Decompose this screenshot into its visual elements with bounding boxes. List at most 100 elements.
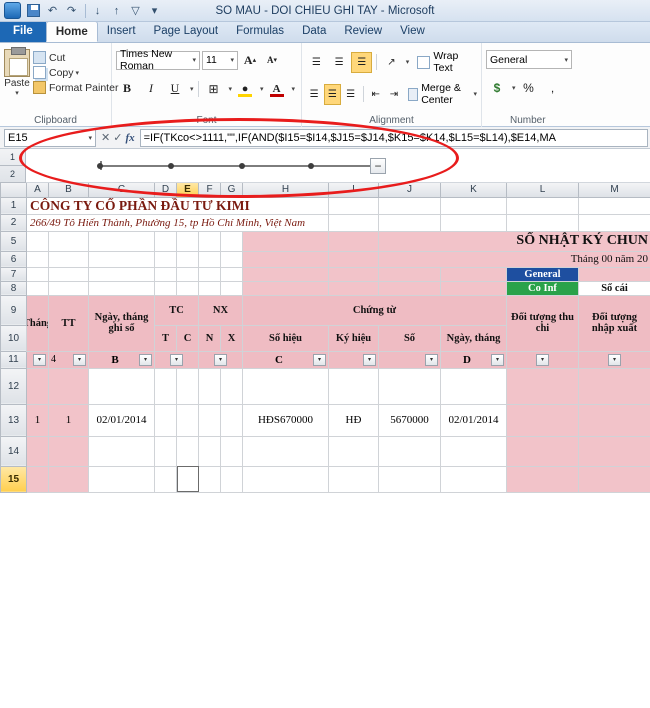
cell-f7[interactable] [199,267,221,281]
cell-b14[interactable] [49,436,89,466]
row-header-8[interactable]: 8 [1,281,27,295]
cell-a14[interactable] [27,436,49,466]
header-doi-tuong-nhap-xuat[interactable]: Đối tượng nhập xuất [579,295,650,351]
row-header-14[interactable]: 14 [1,436,27,466]
cell-i7[interactable] [329,267,379,281]
cell-data-nx-x[interactable] [221,404,243,436]
increase-indent-icon[interactable]: ⇥ [386,84,402,105]
row-header-10[interactable]: 10 [1,325,27,351]
insert-function-icon[interactable]: fx [125,132,134,144]
slider-dot-4[interactable] [308,163,314,169]
row-header-6[interactable]: 6 [1,251,27,267]
row-header-12[interactable]: 12 [1,368,27,404]
align-middle-icon[interactable]: ☰ [329,52,350,73]
column-header-c[interactable]: C [89,183,155,197]
cell-e7[interactable] [177,267,199,281]
copy-caret-icon[interactable]: ▾ [76,69,80,77]
cell-b15[interactable] [49,466,89,492]
wrap-text-button[interactable]: Wrap Text [417,50,477,74]
filter-icon[interactable]: ▽ [127,2,144,19]
cell-b12[interactable] [49,368,89,404]
currency-button[interactable]: $ [486,77,508,98]
decrease-indent-icon[interactable]: ⇤ [368,84,384,105]
cell-c15[interactable] [89,466,155,492]
cell-data-thu-chi[interactable] [507,404,579,436]
tab-file[interactable]: File [0,21,46,42]
cell-l2[interactable] [507,214,579,231]
filter-cell-thang[interactable]: ▾ [27,351,49,368]
copy-button[interactable]: Copy ▾ [30,65,121,80]
underline-caret-icon[interactable]: ▾ [190,85,194,93]
cell-h15[interactable] [243,466,329,492]
undo-icon[interactable]: ↶ [44,2,61,19]
underline-button[interactable]: U [164,78,186,99]
column-header-b[interactable]: B [49,183,89,197]
banner-general[interactable]: General [507,267,579,281]
cell-h12[interactable] [243,368,329,404]
cell-c14[interactable] [89,436,155,466]
column-header-d[interactable]: D [155,183,177,197]
merge-center-caret-icon[interactable]: ▾ [473,90,477,98]
merge-center-button[interactable]: Merge & Center ▾ [408,82,477,106]
align-bottom-icon[interactable]: ☰ [351,52,372,73]
sort-za-icon[interactable]: ↑ [108,2,125,19]
header-ky-hieu[interactable]: Ký hiệu [329,325,379,351]
filter-cell-ngay-thang[interactable]: D ▾ [441,351,507,368]
filter-cell-so-hieu[interactable]: C ▾ [243,351,329,368]
orientation-icon[interactable]: ↗ [381,52,402,73]
name-box-caret-icon[interactable]: ▾ [88,134,92,142]
filter-dropdown-icon-d[interactable]: ▾ [170,354,183,366]
cell-j8[interactable] [379,281,441,295]
outline-row-2[interactable]: 2 [0,166,25,183]
row-header-13[interactable]: 13 [1,404,27,436]
cell-f14[interactable] [199,436,221,466]
row-header-7[interactable]: 7 [1,267,27,281]
format-painter-button[interactable]: Format Painter [30,80,121,95]
cell-l14[interactable] [507,436,579,466]
cell-data-so[interactable]: 5670000 [379,404,441,436]
redo-icon[interactable]: ↷ [63,2,80,19]
cell-j12[interactable] [379,368,441,404]
cell-d15[interactable] [155,466,177,492]
cell-d6[interactable] [155,251,177,267]
filter-dropdown-icon-k[interactable]: ▾ [608,354,621,366]
filter-cell-tc[interactable]: ▾ [155,351,199,368]
row-header-11[interactable]: 11 [1,351,27,368]
collapse-outline-button[interactable]: − [370,158,386,174]
chevron-down-icon[interactable]: ▾ [146,2,163,19]
cell-a15[interactable] [27,466,49,492]
cell-e5[interactable] [177,231,199,251]
column-header-h[interactable]: H [243,183,329,197]
cell-data-tt[interactable]: 1 [49,404,89,436]
header-tc-t[interactable]: T [155,325,177,351]
fill-color-caret-icon[interactable]: ▾ [260,85,264,93]
cell-h7[interactable] [243,267,329,281]
number-format-caret-icon[interactable]: ▾ [564,56,568,64]
font-color-caret-icon[interactable]: ▾ [292,85,296,93]
sort-az-icon[interactable]: ↓ [89,2,106,19]
row-header-9[interactable]: 9 [1,295,27,325]
cell-b5[interactable] [49,231,89,251]
cell-h8[interactable] [243,281,329,295]
header-ngay-thang[interactable]: Ngày, tháng [441,325,507,351]
fill-color-button[interactable]: ● [234,78,256,99]
cell-a6[interactable] [27,251,49,267]
align-left-icon[interactable]: ☰ [306,84,322,105]
align-center-icon[interactable]: ☰ [324,84,340,105]
shrink-font-button[interactable]: A▾ [262,50,282,70]
orientation-caret-icon[interactable]: ▾ [406,58,410,66]
borders-caret-icon[interactable]: ▾ [229,85,233,93]
filter-dropdown-icon-g[interactable]: ▾ [363,354,376,366]
save-icon[interactable] [25,2,42,19]
cell-g8[interactable] [221,281,243,295]
cut-button[interactable]: Cut [30,50,121,65]
cell-f6[interactable] [199,251,221,267]
filter-cell-ky-hieu[interactable]: ▾ [329,351,379,368]
cell-e14[interactable] [177,436,199,466]
column-header-f[interactable]: F [199,183,221,197]
header-tt[interactable]: TT [49,295,89,351]
cell-c7[interactable] [89,267,155,281]
align-top-icon[interactable]: ☰ [306,52,327,73]
cell-d14[interactable] [155,436,177,466]
comma-button[interactable]: , [542,77,564,98]
